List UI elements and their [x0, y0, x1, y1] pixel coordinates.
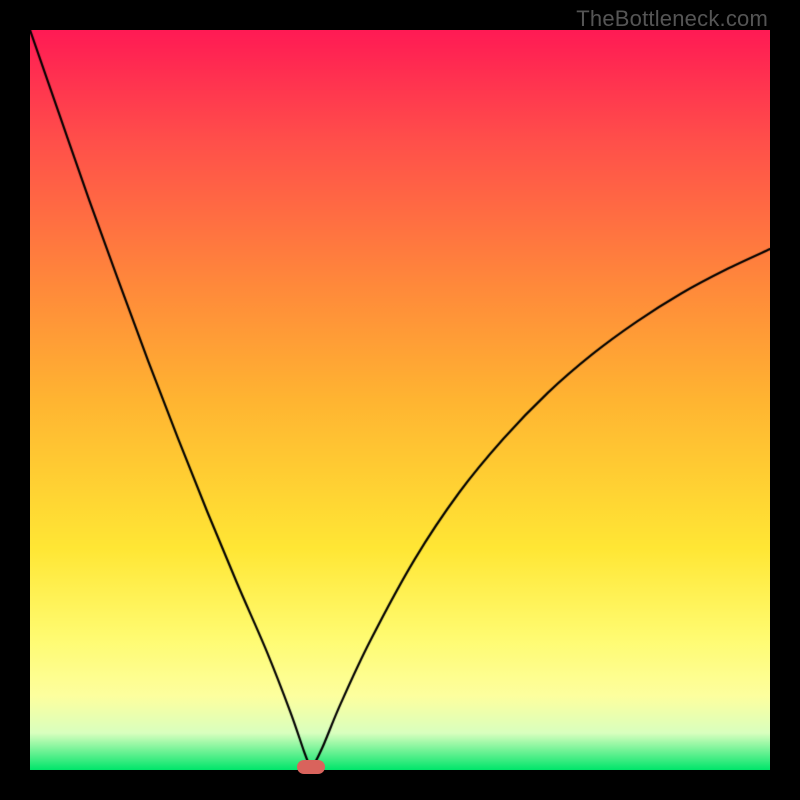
plot-area [30, 30, 770, 770]
attribution-text: TheBottleneck.com [576, 6, 768, 32]
bottleneck-curve [30, 30, 770, 770]
minimum-marker [297, 760, 325, 774]
chart-frame: TheBottleneck.com [0, 0, 800, 800]
